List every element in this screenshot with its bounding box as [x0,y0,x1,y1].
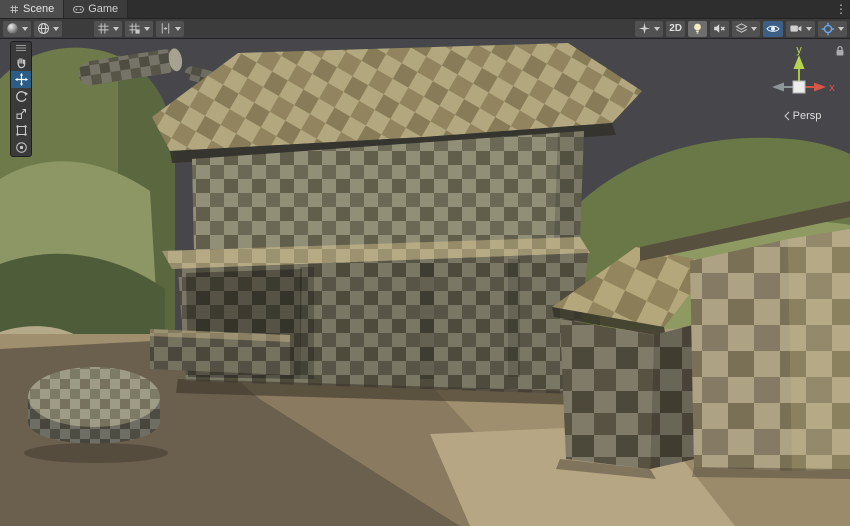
palette-grip[interactable] [11,42,31,54]
rotate-tool[interactable] [11,88,31,105]
2d-toggle-label: 2D [669,21,682,37]
grip-icon [15,44,27,52]
grid-visibility-dropdown[interactable] [94,21,122,37]
tool-palette [10,41,32,157]
chevron-down-icon [113,27,119,31]
globe-icon [37,22,50,35]
chevron-down-icon [175,27,181,31]
lighting-toggle[interactable] [688,21,707,37]
gizmo-center-cube[interactable] [793,81,805,93]
persp-chevron-icon [783,111,790,121]
visibility-toggle[interactable] [763,21,783,37]
grid-snapping-dropdown[interactable] [125,21,153,37]
tab-strip: Scene Game ⋮ [0,0,850,19]
tab-game-label: Game [88,3,118,15]
2d-toggle[interactable]: 2D [666,21,685,37]
gizmos-menu-dropdown[interactable] [818,21,847,37]
scene-canvas[interactable] [0,39,850,526]
chevron-down-icon [22,27,28,31]
padlock-icon [834,45,846,57]
orientation-gizmo: y x Persp [762,43,842,122]
scale-tool[interactable] [11,105,31,122]
hand-icon [15,56,28,69]
tab-spacer [128,0,832,18]
snap-icon [159,22,172,35]
chevron-down-icon [751,27,757,31]
scene-viewport[interactable]: y x Persp [0,39,850,526]
projection-label: Persp [793,110,822,122]
layers-icon [735,22,748,35]
view-tool[interactable] [11,54,31,71]
move-tool[interactable] [11,71,31,88]
gizmo-x-label: x [829,82,835,94]
scene-toolbar: 2D [0,19,850,39]
gamepad-icon [73,4,84,14]
shaded-sphere-icon [6,22,19,35]
gizmo-y-label: y [796,44,802,56]
grid-icon [97,22,110,35]
chevron-down-icon [53,27,59,31]
move-icon [15,73,28,86]
draw-mode-dropdown[interactable] [3,21,31,37]
tab-game[interactable]: Game [64,0,128,18]
gizmo-lock[interactable] [834,44,846,62]
crosshair-icon [821,22,835,36]
speaker-muted-icon [713,22,726,35]
gizmo-x-cone[interactable] [814,83,826,92]
chevron-down-icon [806,27,812,31]
rect-tool[interactable] [11,122,31,139]
audio-toggle[interactable] [710,21,729,37]
well-cylinder[interactable] [24,367,168,463]
gizmo-y-cone[interactable] [794,55,805,69]
gizmo-neg-x-cone[interactable] [772,83,784,92]
rect-icon [15,124,28,137]
chevron-down-icon [654,27,660,31]
projection-toggle[interactable]: Persp [762,110,842,122]
grid-snap-icon [128,22,141,35]
camera-menu-dropdown[interactable] [786,21,815,37]
transform-tool[interactable] [11,139,31,156]
camera-icon [789,22,803,35]
view-options-dropdown[interactable] [34,21,62,37]
sparkle-icon [638,22,651,35]
sparkle-toggle[interactable] [635,21,663,37]
eye-icon [766,22,780,35]
effects-menu-dropdown[interactable] [732,21,760,37]
rotate-icon [15,90,28,103]
snap-increment-dropdown[interactable] [156,21,184,37]
scale-icon [15,107,28,120]
chevron-down-icon [838,27,844,31]
tab-scene-label: Scene [23,3,54,15]
lightbulb-icon [691,22,704,35]
tab-scene[interactable]: Scene [0,0,64,18]
chevron-down-icon [144,27,150,31]
kebab-menu-icon[interactable]: ⋮ [832,0,850,18]
transform-icon [15,141,28,154]
scene-grid-icon [9,4,19,14]
